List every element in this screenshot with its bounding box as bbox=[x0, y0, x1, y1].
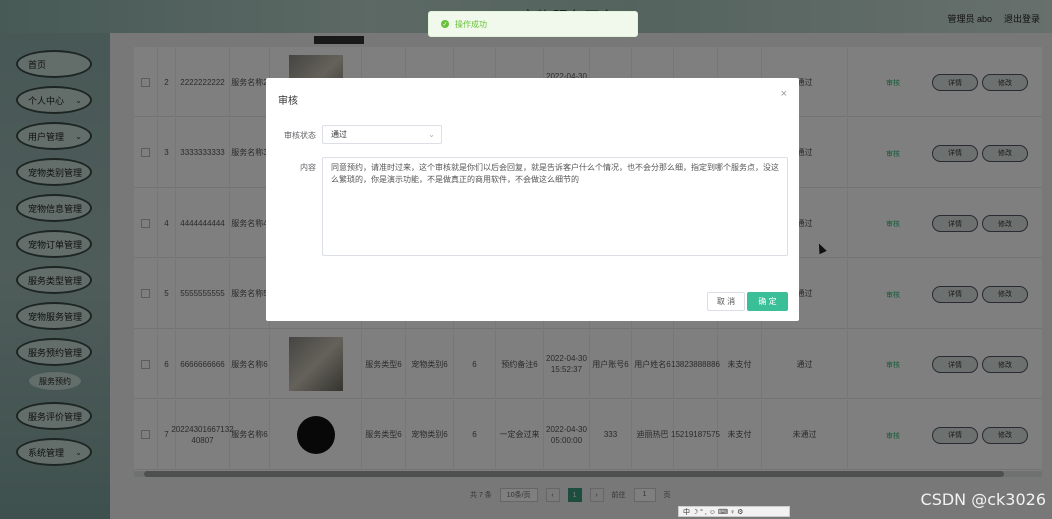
confirm-button[interactable]: 确 定 bbox=[747, 292, 788, 311]
status-label: 审核状态 bbox=[284, 131, 316, 140]
ime-toolbar[interactable]: 中 ☽ ° , ☺ ⌨ ♀ ⚙ bbox=[678, 506, 790, 517]
success-toast: ✓ 操作成功 bbox=[428, 11, 638, 37]
toast-text: 操作成功 bbox=[455, 19, 487, 29]
status-value: 通过 bbox=[331, 130, 347, 139]
watermark: CSDN @ck3026 bbox=[920, 490, 1046, 509]
dialog-title: 审核 bbox=[278, 96, 298, 107]
cancel-button[interactable]: 取 消 bbox=[707, 292, 745, 311]
content-textarea[interactable]: 同意预约，请准时过来，这个审核就是你们以后会回复，就是告诉客户什么个情况，也不会… bbox=[322, 157, 788, 256]
audit-status-select[interactable]: 通过 ⌄ bbox=[322, 125, 442, 144]
chevron-down-icon: ⌄ bbox=[428, 130, 435, 139]
close-icon[interactable]: × bbox=[781, 88, 787, 100]
content-label: 内容 bbox=[300, 163, 316, 172]
check-circle-icon: ✓ bbox=[441, 20, 449, 28]
audit-dialog: 审核 × 审核状态 通过 ⌄ 内容 同意预约，请准时过来，这个审核就是你们以后会… bbox=[266, 78, 799, 321]
